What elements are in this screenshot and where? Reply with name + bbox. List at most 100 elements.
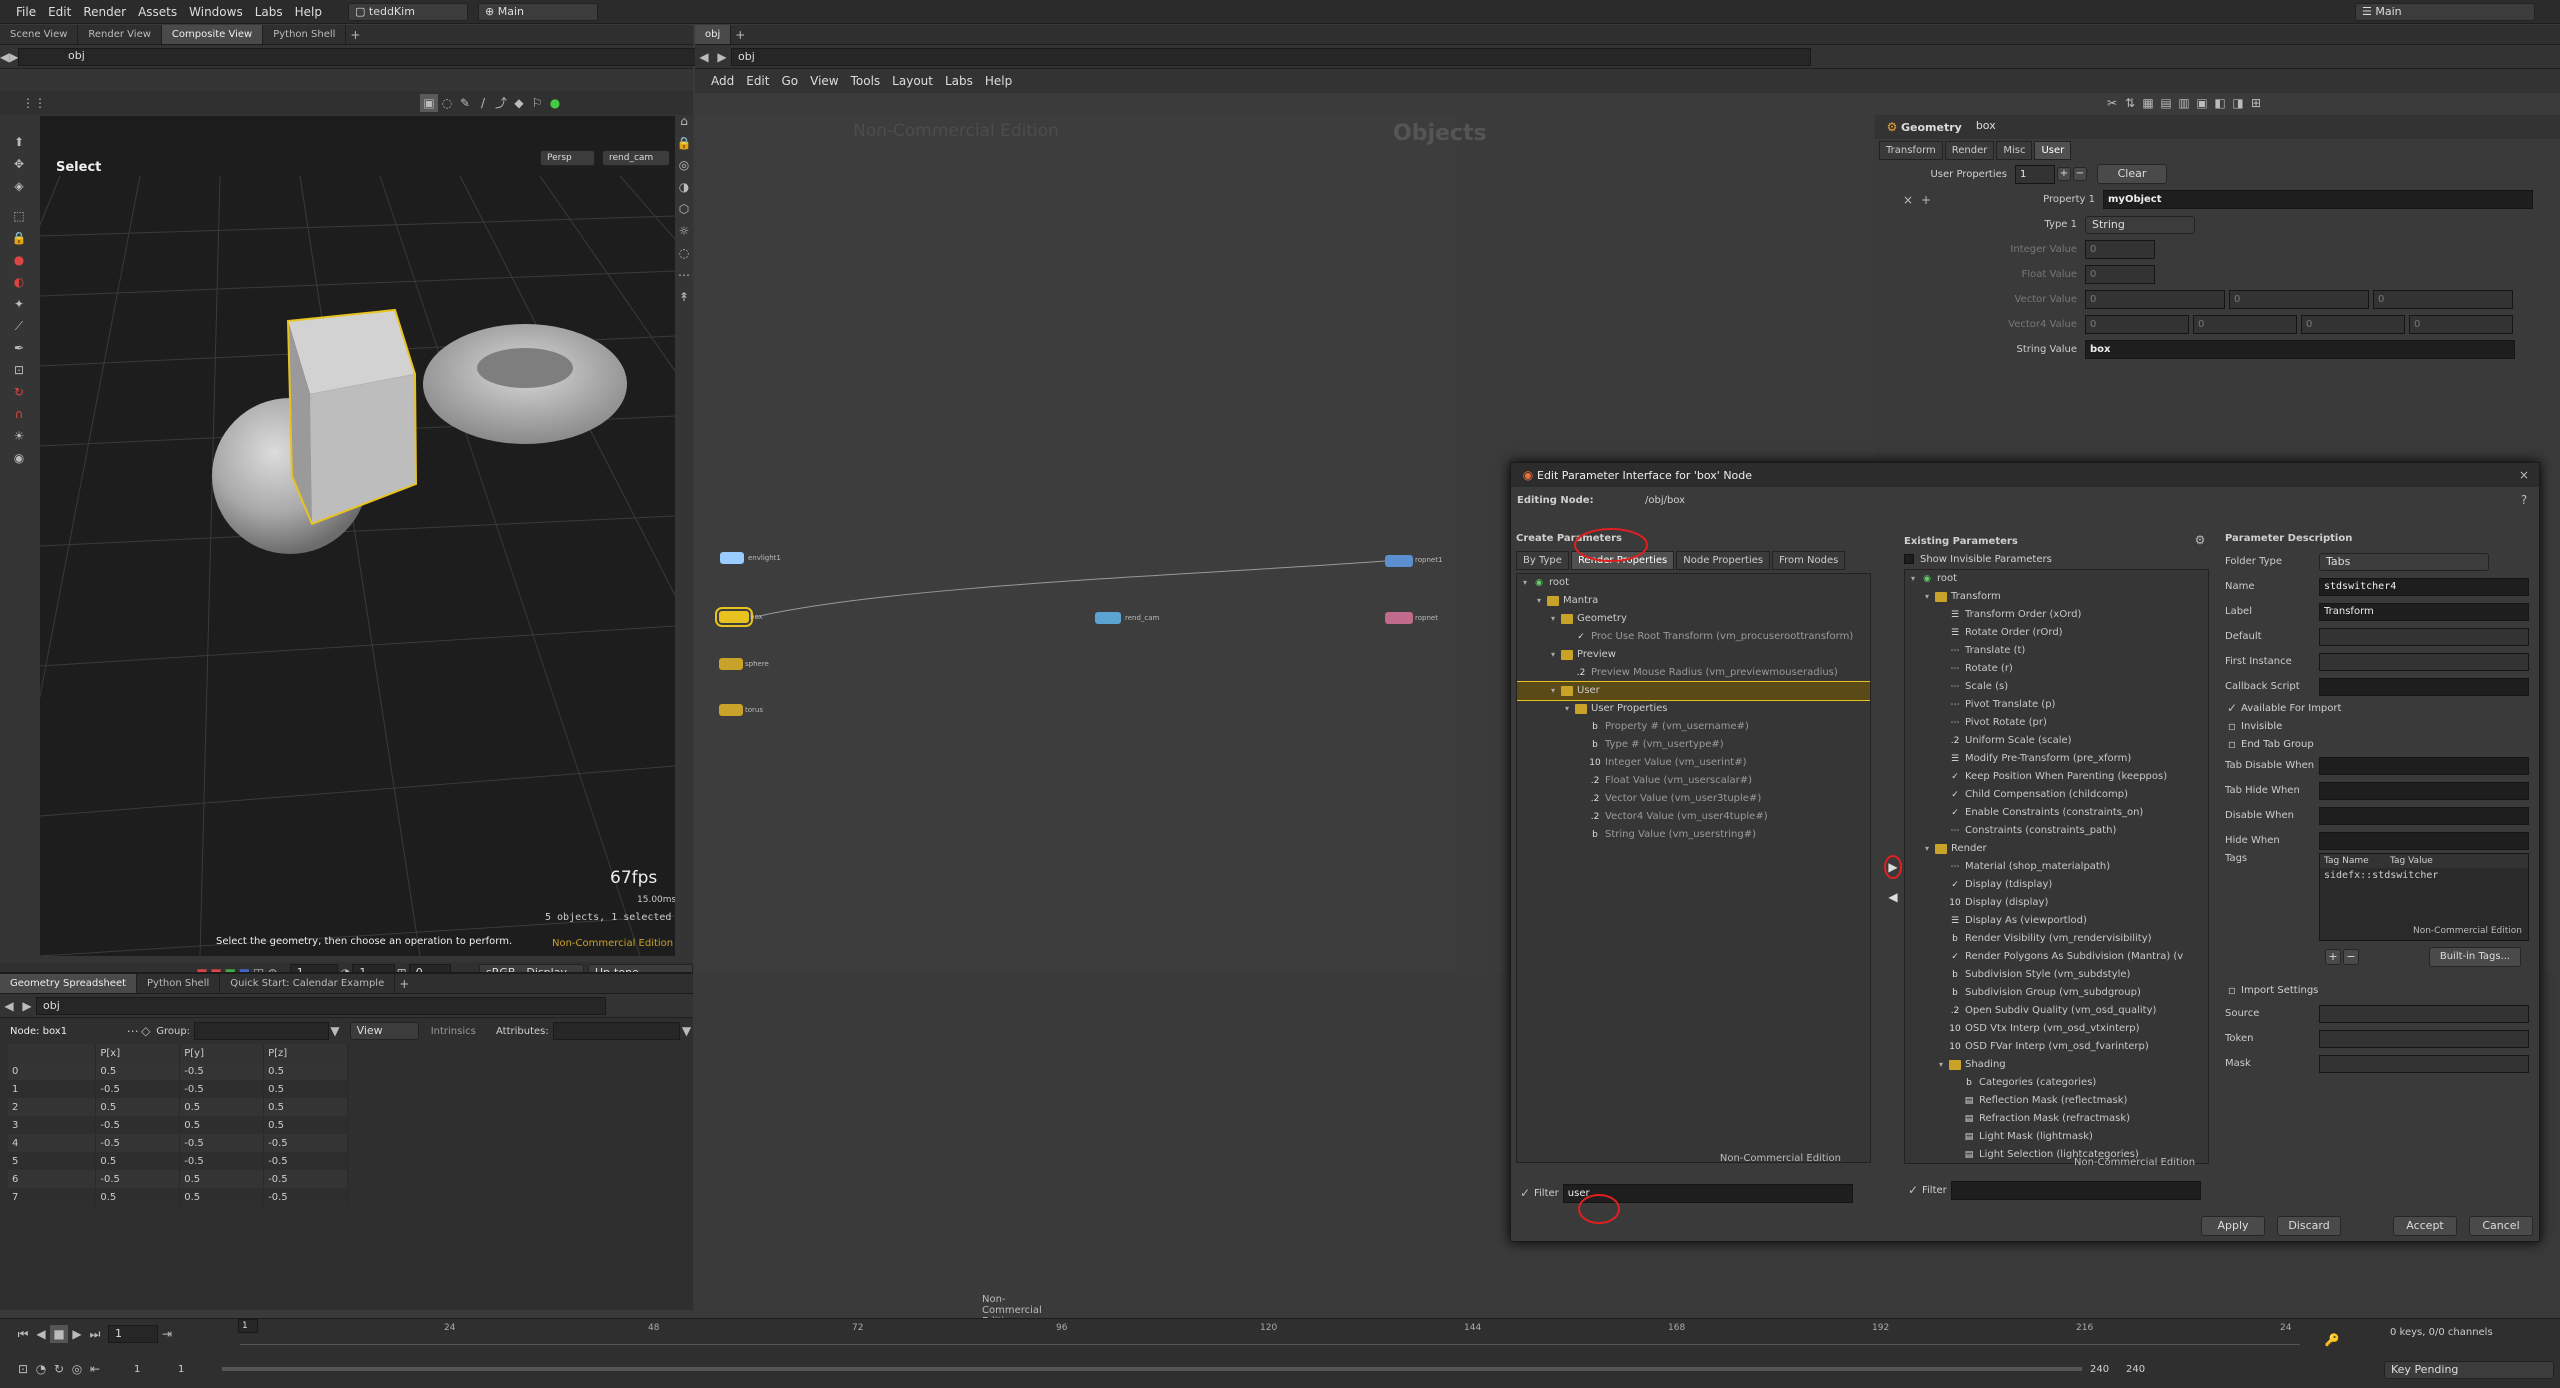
add-tag-button[interactable]: + <box>2325 949 2341 965</box>
net-menu-add[interactable]: Add <box>705 69 740 93</box>
expand-arrow-icon[interactable]: ▾ <box>1925 840 1935 858</box>
range-icon-2[interactable]: ◔ <box>32 1360 50 1378</box>
timeline-ruler[interactable]: 12448729612014416819221624 <box>240 1323 2300 1345</box>
transform-tool-icon[interactable]: ✥ <box>8 153 30 175</box>
tree-item[interactable]: ⋯ Material (shop_materialpath) <box>1905 858 2208 876</box>
tree-item[interactable]: ▤ Reflection Mask (reflectmask) <box>1905 1092 2208 1110</box>
range-end[interactable]: 240 <box>2090 1364 2126 1375</box>
tab-geometry-spreadsheet[interactable]: Geometry Spreadsheet <box>0 974 138 993</box>
tag-name-col[interactable]: Tag Name <box>2320 856 2390 866</box>
tree-item[interactable]: ▾ ◉ root <box>1905 570 2208 588</box>
tab-misc[interactable]: Misc <box>1996 140 2033 160</box>
menu-windows[interactable]: Windows <box>183 0 249 24</box>
handle2-tool-icon[interactable]: ◉ <box>8 447 30 469</box>
net-tool-icon-8[interactable]: ◨ <box>2229 94 2247 112</box>
expand-arrow-icon[interactable]: ▾ <box>1551 682 1561 700</box>
tab-python-shell[interactable]: Python Shell <box>263 25 347 44</box>
tab-render-view[interactable]: Render View <box>78 25 162 44</box>
tree-item[interactable]: ☰ Transform Order (xOrd) <box>1905 606 2208 624</box>
accept-button[interactable]: Accept <box>2393 1216 2457 1236</box>
tree-item[interactable]: ▾ Mantra <box>1517 592 1870 610</box>
expand-arrow-icon[interactable]: ▾ <box>1551 610 1561 628</box>
desktop-dropdown[interactable]: ▢ teddKim <box>348 2 468 21</box>
import-settings-checkbox[interactable]: ▫ <box>2223 981 2241 999</box>
wire-icon[interactable]: ⬡ <box>675 198 693 220</box>
tree-item[interactable]: ▾ Render <box>1905 840 2208 858</box>
intrinsics-label[interactable]: Intrinsics <box>431 1026 496 1037</box>
available-checkbox[interactable]: ✓ <box>2223 699 2241 717</box>
home-icon[interactable]: ⌂ <box>675 110 693 132</box>
tree-item[interactable]: ▤ Refraction Mask (refractmask) <box>1905 1110 2208 1128</box>
tree-item[interactable]: ⋯ Constraints (constraints_path) <box>1905 822 2208 840</box>
cancel-button[interactable]: Cancel <box>2469 1216 2533 1236</box>
net-menu-view[interactable]: View <box>804 69 844 93</box>
filter-icon[interactable]: ▼ <box>329 1022 342 1040</box>
expand-arrow-icon[interactable]: ▾ <box>1925 588 1935 606</box>
paint-icon[interactable]: ✎ <box>456 94 474 112</box>
right-context-dropdown[interactable]: ☰ Main <box>2355 3 2535 21</box>
tree-item[interactable]: ⋯ Scale (s) <box>1905 678 2208 696</box>
tab-user[interactable]: User <box>2034 140 2072 160</box>
tab-obj[interactable]: obj <box>695 25 732 44</box>
tree-item[interactable]: ▾ Preview <box>1517 646 1870 664</box>
callback-field[interactable] <box>2319 677 2529 696</box>
col-pz[interactable]: P[z] <box>263 1044 348 1062</box>
box-object[interactable] <box>286 308 418 526</box>
view-dropdown[interactable]: View <box>349 1022 419 1040</box>
back-icon[interactable]: ◀ <box>0 48 9 66</box>
current-frame-field[interactable]: 1 <box>108 1325 158 1343</box>
persp-dropdown[interactable]: Persp <box>540 150 595 166</box>
tab-node-properties[interactable]: Node Properties <box>1676 550 1771 570</box>
viewer-tool-icon[interactable]: ✦ <box>8 293 30 315</box>
brush-icon[interactable]: / <box>474 94 492 112</box>
menu-file[interactable]: File <box>10 0 42 24</box>
menu-assets[interactable]: Assets <box>132 0 183 24</box>
add-tab-icon-2[interactable]: + <box>395 975 413 993</box>
col-index[interactable] <box>8 1044 97 1062</box>
back-icon-2[interactable]: ◀ <box>0 997 18 1015</box>
net-menu-help[interactable]: Help <box>979 69 1018 93</box>
tree-item[interactable]: 10 Display (display) <box>1905 894 2208 912</box>
transfer-left-icon[interactable]: ◀ <box>1884 888 1902 906</box>
net-menu-labs[interactable]: Labs <box>939 69 979 93</box>
expand-arrow-icon[interactable]: ▾ <box>1939 1056 1949 1074</box>
attributes-field[interactable] <box>552 1022 680 1040</box>
float-field[interactable]: 0 <box>2085 265 2155 284</box>
folder-type-dropdown[interactable]: Tabs <box>2319 552 2489 571</box>
tree-item[interactable]: ✓ Keep Position When Parenting (keeppos) <box>1905 768 2208 786</box>
table-row[interactable]: 7 0.5 0.5 -0.5 <box>8 1188 348 1206</box>
tree-item[interactable]: 10 OSD FVar Interp (vm_osd_fvarinterp) <box>1905 1038 2208 1056</box>
select-tool-icon[interactable]: ⬆ <box>8 131 30 153</box>
net-tool-icon-5[interactable]: ▥ <box>2175 94 2193 112</box>
tree-item[interactable]: ✓ Enable Constraints (constraints_on) <box>1905 804 2208 822</box>
range-icon-1[interactable]: ⊡ <box>14 1360 32 1378</box>
lock-view-icon[interactable]: 🔒 <box>675 132 693 154</box>
net-tool-icon-9[interactable]: ⊞ <box>2247 94 2265 112</box>
grid-icon[interactable]: ⋮⋮ <box>22 94 46 112</box>
existing-gear-icon[interactable]: ⚙ <box>2191 531 2209 549</box>
tree-item[interactable]: ✓ Render Polygons As Subdivision (Mantra)… <box>1905 948 2208 966</box>
light-tool-icon[interactable]: ☀ <box>8 425 30 447</box>
add-prop-button[interactable]: + <box>2057 167 2071 181</box>
string-field[interactable]: box <box>2085 340 2515 359</box>
tree-item[interactable]: ▾ Shading <box>1905 1056 2208 1074</box>
network-path[interactable]: obj <box>731 47 1811 66</box>
tab-transform[interactable]: Transform <box>1879 140 1943 160</box>
source-field[interactable] <box>2319 1004 2529 1023</box>
table-row[interactable]: 0 0.5 -0.5 0.5 <box>8 1062 348 1080</box>
dialog-help-icon[interactable]: ? <box>2515 491 2533 509</box>
vector-y[interactable]: 0 <box>2229 290 2369 309</box>
vector4-w[interactable]: 0 <box>2409 315 2513 334</box>
insert-multi-icon[interactable]: + <box>1917 191 1935 209</box>
lock-tool-icon[interactable]: 🔒 <box>8 227 30 249</box>
tree-item[interactable]: .2 Uniform Scale (scale) <box>1905 732 2208 750</box>
clear-button[interactable]: Clear <box>2097 164 2167 184</box>
col-py[interactable]: P[y] <box>179 1044 265 1062</box>
torus-object[interactable] <box>423 324 627 444</box>
lasso-icon[interactable]: ◌ <box>438 94 456 112</box>
property1-field[interactable]: myObject <box>2103 190 2533 209</box>
mask-field[interactable] <box>2319 1054 2529 1073</box>
name-field[interactable]: stdswitcher4 <box>2319 577 2529 596</box>
viewport-3d[interactable]: Select Persp rend_cam 67fps 15.00ms 5 ob… <box>40 116 675 956</box>
measure-tool-icon[interactable]: ⟋ <box>8 315 30 337</box>
